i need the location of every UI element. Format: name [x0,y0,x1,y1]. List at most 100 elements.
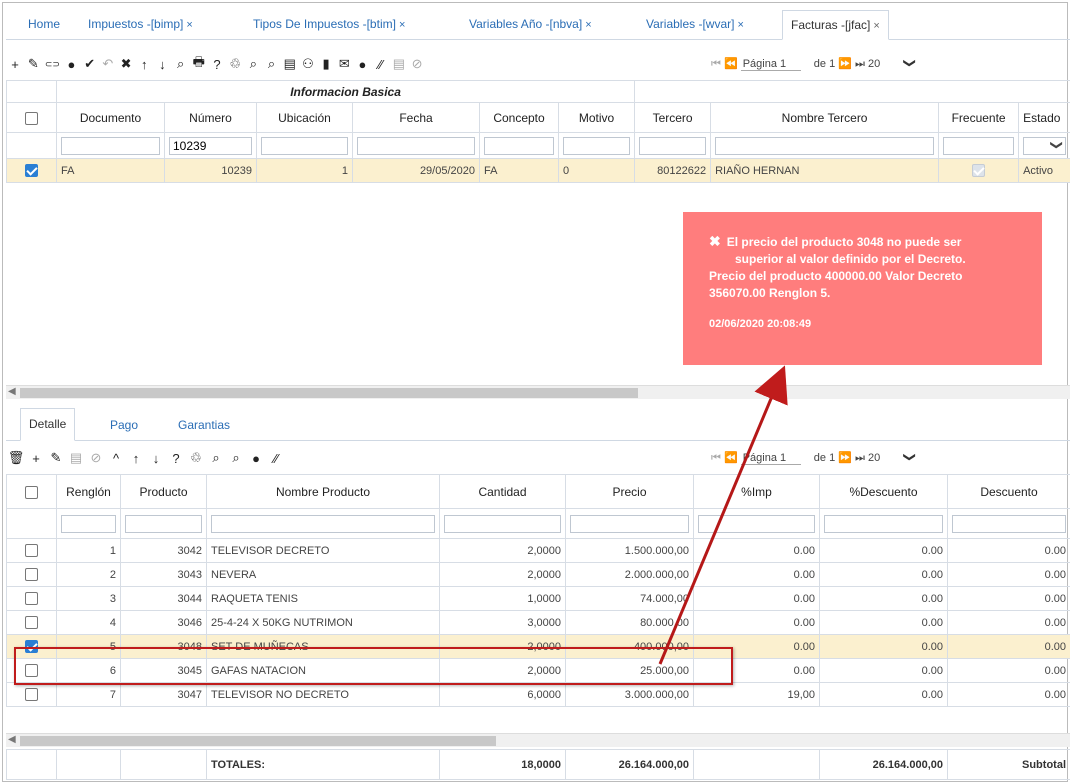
col-estado[interactable]: Estado [1018,102,1070,133]
slash-icon[interactable]: ⁄⁄ [266,451,286,466]
tab-pago[interactable]: Pago [110,418,138,432]
pin-icon[interactable]: ▮ [317,56,335,72]
undo-icon[interactable]: ↶ [99,56,117,72]
help-icon[interactable]: ? [166,451,186,466]
next-page-icon[interactable]: ⏩ ⏭ [838,58,865,70]
filter-imp[interactable] [698,514,815,533]
close-icon[interactable]: × [186,19,192,31]
col-concepto[interactable]: Concepto [479,102,559,133]
save-icon[interactable]: ▤ [390,56,408,72]
page-size-dropdown-icon[interactable]: ❯ [903,452,917,462]
col-frecuente[interactable]: Frecuente [938,102,1020,133]
zoom-out-icon[interactable]: ⌕ [262,56,280,72]
table-row[interactable]: 1 3042 TELEVISOR DECRETO 2,0000 1.500.000,00… [6,538,1070,563]
caret-up-icon[interactable]: ^ [106,451,126,466]
plus-circle-icon[interactable]: ● [353,57,371,72]
table-row[interactable]: 3 3044 RAQUETA TENIS 1,0000 74.000,00 0.00 0.0… [6,586,1070,611]
table-row[interactable]: 4 3046 25-4-24 X 50KG NUTRIMON 3,0000 80.000… [6,610,1070,635]
user-icon[interactable]: ⚇ [299,56,317,72]
col-nombre-producto[interactable]: Nombre Producto [206,474,440,509]
select-all-checkbox[interactable] [25,485,38,499]
main-horizontal-scrollbar[interactable]: ◀ [6,385,1070,399]
filter-concepto[interactable] [484,136,554,155]
col-fecha[interactable]: Fecha [352,102,480,133]
filter-cantidad[interactable] [444,514,561,533]
filter-pdescuento[interactable] [824,514,943,533]
table-row[interactable]: FA 10239 1 29/05/2020 FA 0 80122622 RIAÑ… [6,158,1070,183]
select-all-checkbox[interactable] [25,111,38,125]
filter-producto[interactable] [125,514,202,533]
mail-icon[interactable]: ✉ [335,56,353,72]
close-icon[interactable]: × [873,20,879,32]
filter-estado-select[interactable]: ❯ [1023,136,1067,155]
close-icon[interactable]: ✖ [709,233,721,250]
help-icon[interactable]: ? [208,57,226,72]
arrow-up-icon[interactable]: ↑ [126,451,146,466]
tab-variables[interactable]: Variables -[wvar] × [646,10,744,40]
col-imp[interactable]: %Imp [693,474,820,509]
row-checkbox[interactable] [25,688,38,701]
filter-numero[interactable] [169,136,252,155]
delete-icon[interactable]: ✖ [117,56,135,72]
filter-nombre-producto[interactable] [211,514,435,533]
filter-descuento[interactable] [952,514,1066,533]
comment-icon[interactable]: ▤ [281,56,299,72]
page-size-dropdown-icon[interactable]: ❯ [903,58,917,68]
col-motivo[interactable]: Motivo [557,102,636,133]
table-row[interactable]: 2 3043 NEVERA 2,0000 2.000.000,00 0.00 0.00 0.0… [6,562,1070,587]
next-page-icon[interactable]: ⏩ ⏭ [838,452,865,464]
row-checkbox[interactable] [25,568,38,581]
col-documento[interactable]: Documento [56,102,165,133]
trash-icon[interactable]: 🗑 [6,450,26,466]
col-ubicacion[interactable]: Ubicación [256,102,353,133]
check-icon[interactable]: ✔ [81,56,99,72]
tab-tipos-impuestos[interactable]: Tipos De Impuestos -[btim] × [253,10,405,40]
col-numero[interactable]: Número [164,102,257,133]
tab-impuestos[interactable]: Impuestos -[bimp] × [88,10,193,40]
plus-circle-icon[interactable]: ● [246,451,266,466]
close-icon[interactable]: × [585,19,591,31]
tab-garantias[interactable]: Garantias [178,418,230,432]
filter-fecha[interactable] [357,136,475,155]
zoom-in-icon[interactable]: ⌕ [206,450,226,466]
scroll-thumb[interactable] [20,388,638,398]
filter-motivo[interactable] [563,136,631,155]
print-icon[interactable]: 🖶 [190,53,208,75]
arrow-up-icon[interactable]: ↑ [135,57,153,72]
scroll-thumb[interactable] [20,736,496,746]
page-input[interactable]: Página 1 [740,58,801,71]
tab-home[interactable]: Home [28,10,60,40]
tab-variables-ano[interactable]: Variables Año -[nbva] × [469,10,592,40]
row-checkbox[interactable] [25,592,38,605]
col-pdescuento[interactable]: %Descuento [819,474,948,509]
link-icon[interactable]: ⊂⊃ [42,59,62,70]
edit-icon[interactable]: ✎ [46,450,66,466]
refresh-icon[interactable]: ♲ [226,56,244,72]
tab-detalle[interactable]: Detalle [20,408,76,441]
filter-renglon[interactable] [61,514,116,533]
first-page-icon[interactable]: ⏮ ⏪ [711,58,738,70]
edit-icon[interactable]: ✎ [24,56,42,72]
first-page-icon[interactable]: ⏮ ⏪ [711,452,738,464]
save-icon[interactable]: ▤ [66,450,86,466]
row-checkbox[interactable] [25,616,38,629]
zoom-in-icon[interactable]: ⌕ [244,56,262,72]
table-row[interactable]: 7 3047 TELEVISOR NO DECRETO 6,0000 3.000.000… [6,682,1070,707]
row-checkbox[interactable] [25,164,38,177]
scroll-left-icon[interactable]: ◀ [8,734,16,745]
filter-nombre-tercero[interactable] [715,136,935,155]
cancel-icon[interactable]: ⊘ [86,450,106,466]
row-checkbox[interactable] [25,544,38,557]
search-icon[interactable]: ⌕ [172,56,190,72]
record-icon[interactable]: ● [62,57,80,72]
filter-precio[interactable] [570,514,689,533]
slash-icon[interactable]: ⁄⁄ [372,57,390,72]
filter-frecuente[interactable] [943,136,1015,155]
close-icon[interactable]: × [737,19,743,31]
close-icon[interactable]: × [399,19,405,31]
zoom-out-icon[interactable]: ⌕ [226,450,246,466]
scroll-left-icon[interactable]: ◀ [8,386,16,397]
page-input[interactable]: Página 1 [740,452,801,465]
cancel-icon[interactable]: ⊘ [408,56,426,72]
add-icon[interactable]: + [6,57,24,72]
